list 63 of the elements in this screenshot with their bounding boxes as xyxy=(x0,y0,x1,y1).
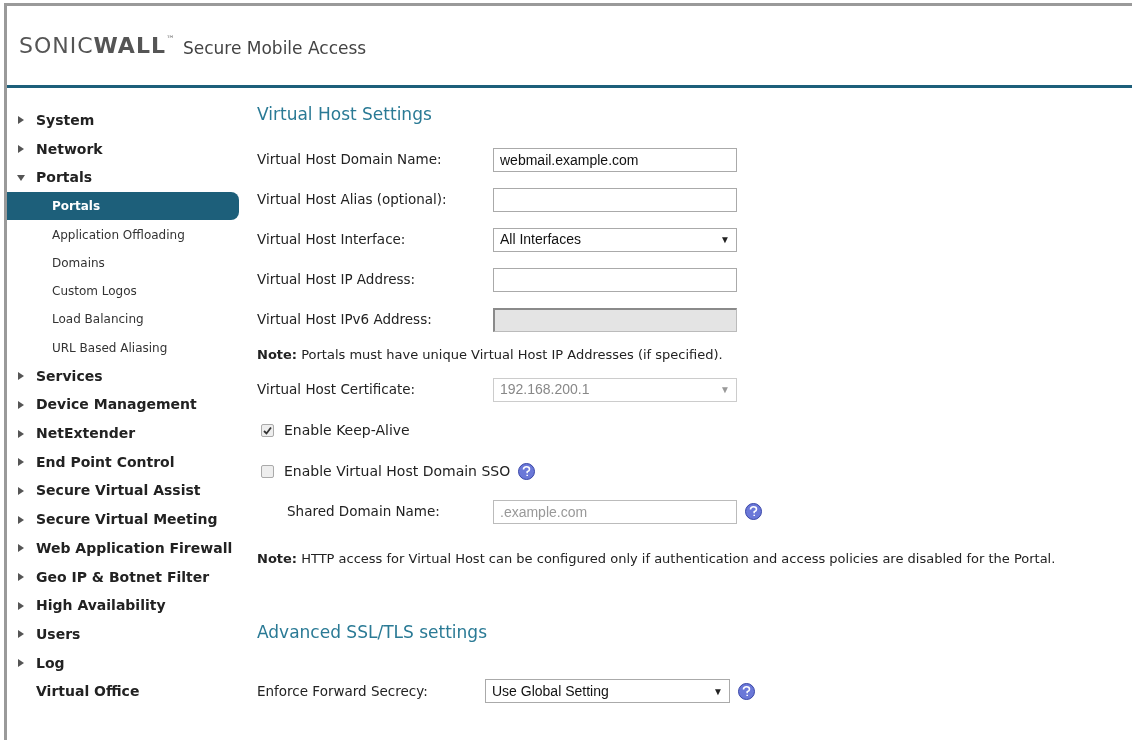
caret-right-icon xyxy=(17,544,25,553)
dropdown[interactable]: Use Global Setting ▼ xyxy=(485,679,730,703)
dropdown-caret-icon: ▼ xyxy=(720,232,730,247)
note-text: Note: Portals must have unique Virtual Host IP Addresses (if specified). xyxy=(257,345,724,364)
nav-item[interactable]: Secure Virtual Assist xyxy=(7,476,239,506)
caret-right-icon xyxy=(17,145,25,154)
product-name: Secure Mobile Access xyxy=(182,39,367,57)
caret-right-icon xyxy=(17,458,25,467)
nav-item[interactable]: Services xyxy=(7,361,239,391)
nav-item[interactable]: NetExtender xyxy=(7,419,239,448)
section-heading: Advanced SSL/TLS settings xyxy=(257,620,488,644)
input-field[interactable] xyxy=(493,187,737,212)
field-label: Virtual Host Certificate: xyxy=(257,380,417,400)
field-label: Virtual Host Domain Name: xyxy=(257,150,443,170)
field-label: Virtual Host Alias (optional): xyxy=(257,190,448,210)
input-field[interactable]: webmail.example.com xyxy=(493,147,737,172)
nav-item[interactable]: Users xyxy=(7,620,239,649)
nav-item[interactable]: End Point Control xyxy=(7,447,239,477)
nav-subitem[interactable]: Domains xyxy=(7,248,239,277)
caret-right-icon xyxy=(17,429,25,438)
nav-subitem[interactable]: Application Offloading xyxy=(7,220,239,249)
dropdown-caret-icon: ▼ xyxy=(720,382,730,397)
field-label: Virtual Host Interface: xyxy=(257,230,407,250)
caret-right-icon xyxy=(17,659,25,668)
checkbox[interactable] xyxy=(261,464,274,478)
caret-right-icon xyxy=(17,486,25,495)
note-text: Note: HTTP access for Virtual Host can be configured only if authentication and access policies are disabled for the Portal. xyxy=(257,549,1057,568)
caret-down-icon xyxy=(17,173,25,182)
checkbox-label: Enable Virtual Host Domain SSO xyxy=(284,461,511,481)
help-icon[interactable] xyxy=(738,682,755,700)
caret-right-icon xyxy=(17,573,25,581)
checkbox[interactable] xyxy=(261,423,274,437)
nav-item[interactable]: Web Application Firewall xyxy=(7,533,239,563)
checkbox-label: Enable Keep-Alive xyxy=(284,420,410,440)
nav-item[interactable]: Geo IP & Botnet Filter xyxy=(7,562,239,592)
nav-item[interactable]: System xyxy=(7,106,239,135)
dropdown-caret-icon: ▼ xyxy=(713,683,723,699)
nav-subitem[interactable]: Custom Logos xyxy=(7,276,239,306)
caret-right-icon xyxy=(17,630,25,639)
nav-item[interactable]: Secure Virtual Meeting xyxy=(7,505,239,534)
field-label: Virtual Host IP Address: xyxy=(257,270,417,290)
nav-item[interactable]: Device Management xyxy=(7,390,239,420)
field-label: Shared Domain Name: xyxy=(287,502,441,522)
input-field[interactable] xyxy=(493,267,737,292)
caret-right-icon xyxy=(17,601,25,610)
caret-right-icon xyxy=(17,515,25,524)
nav-item[interactable]: Portals xyxy=(7,163,239,193)
nav-subitem[interactable]: Portals xyxy=(7,192,239,221)
nav-subitem[interactable]: Load Balancing xyxy=(7,305,239,334)
caret-right-icon xyxy=(17,372,25,381)
nav-subitem[interactable]: URL Based Aliasing xyxy=(7,333,239,362)
nav-item[interactable]: Virtual Office xyxy=(7,677,239,707)
nav-item[interactable]: Network xyxy=(7,134,239,164)
dropdown[interactable]: All Interfaces ▼ xyxy=(493,227,737,252)
section-heading: Virtual Host Settings xyxy=(257,103,433,126)
logo-wordmark: SONICWALL™ xyxy=(19,34,175,57)
caret-right-icon xyxy=(17,116,25,125)
nav-item[interactable]: Log xyxy=(7,648,239,678)
caret-right-icon xyxy=(17,400,25,409)
help-icon[interactable] xyxy=(518,462,536,480)
nav-item[interactable]: High Availability xyxy=(7,591,239,621)
field-label: Virtual Host IPv6 Address: xyxy=(257,310,433,330)
field-label: Enforce Forward Secrecy: xyxy=(257,681,429,701)
